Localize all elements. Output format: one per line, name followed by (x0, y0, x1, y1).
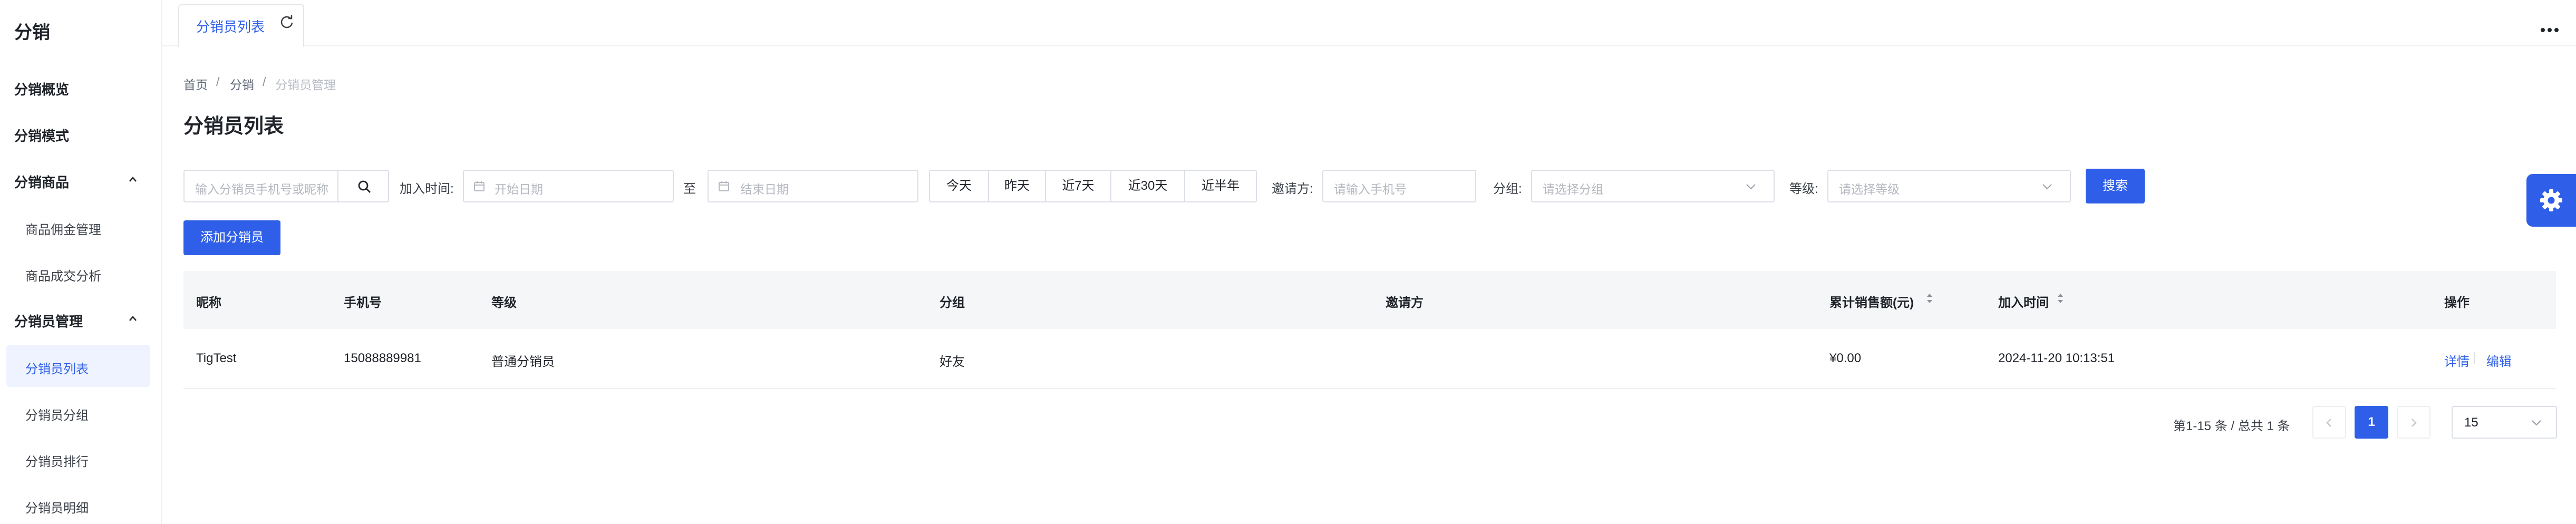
more-icon[interactable] (2540, 17, 2559, 37)
quick-range-yesterday[interactable]: 昨天 (988, 170, 1046, 202)
calendar-icon (474, 181, 485, 191)
cell-sales: ¥0.00 (1829, 351, 1862, 365)
cell-nickname: TigTest (196, 351, 237, 365)
chevron-left-icon (2326, 419, 2331, 427)
gear-icon (2540, 189, 2562, 211)
column-header-phone: 手机号 (344, 296, 382, 310)
breadcrumb-separator: / (263, 75, 266, 89)
chevron-up-icon[interactable] (129, 311, 137, 325)
sidebar-item-distributor-rank[interactable]: 分销员排行 (25, 451, 89, 470)
next-page-button[interactable] (2397, 406, 2430, 439)
sidebar-item-products[interactable]: 分销商品 (14, 172, 69, 191)
end-date-placeholder: 结束日期 (740, 182, 789, 196)
chevron-down-icon (2042, 184, 2052, 190)
page-button-current[interactable]: 1 (2355, 406, 2388, 439)
cell-group: 好友 (940, 355, 965, 369)
sidebar-item-distributor-group[interactable]: 分销员分组 (25, 405, 89, 423)
start-date-placeholder: 开始日期 (495, 182, 543, 196)
breadcrumb-home[interactable]: 首页 (183, 75, 208, 93)
search-submit-button[interactable]: 搜索 (2086, 169, 2145, 203)
top-bar (161, 0, 2576, 46)
page-title: 分销员列表 (183, 115, 284, 138)
settings-float-button[interactable] (2526, 174, 2576, 227)
column-header-join-time[interactable]: 加入时间 (1998, 292, 2049, 310)
sidebar-item-distributor-mgmt[interactable]: 分销员管理 (14, 311, 83, 331)
quick-range-30days[interactable]: 近30天 (1110, 170, 1185, 202)
cell-join-time: 2024-11-20 10:13:51 (1998, 351, 2115, 365)
refresh-icon[interactable] (278, 14, 295, 31)
column-header-group: 分组 (940, 296, 965, 310)
column-header-inviter: 邀请方 (1386, 296, 1423, 310)
cell-level: 普通分销员 (491, 355, 555, 369)
column-header-actions: 操作 (2444, 296, 2470, 310)
prev-page-button[interactable] (2312, 406, 2346, 439)
calendar-icon (719, 181, 729, 191)
chevron-down-icon (1746, 184, 1756, 190)
row-divider (183, 388, 2556, 389)
sidebar-item-commission[interactable]: 商品佣金管理 (25, 219, 101, 238)
inviter-placeholder: 请输入手机号 (1334, 182, 1407, 196)
sort-icon[interactable] (1925, 292, 1934, 305)
action-divider (2474, 352, 2475, 364)
sidebar-item-mode[interactable]: 分销模式 (14, 125, 69, 145)
breadcrumb-distribution[interactable]: 分销 (230, 75, 254, 93)
sort-icon[interactable] (2056, 292, 2065, 305)
tab-label: 分销员列表 (196, 19, 265, 35)
end-date-input[interactable] (708, 170, 918, 202)
page-size-value: 15 (2464, 415, 2478, 430)
range-separator: 至 (683, 182, 696, 196)
breadcrumb-current: 分销员管理 (275, 78, 336, 92)
sidebar-item-deal-analysis[interactable]: 商品成交分析 (25, 266, 101, 284)
edit-link[interactable]: 编辑 (2486, 351, 2512, 370)
chevron-up-icon[interactable] (129, 172, 137, 186)
detail-link[interactable]: 详情 (2444, 351, 2470, 370)
join-time-label: 加入时间: (400, 182, 454, 196)
column-header-sales[interactable]: 累计销售额(元) (1829, 292, 1914, 310)
group-placeholder: 请选择分组 (1543, 182, 1603, 196)
sidebar-item-distributor-detail[interactable]: 分销员明细 (25, 498, 89, 516)
sidebar-title: 分销 (14, 23, 50, 43)
quick-range-7days[interactable]: 近7天 (1045, 170, 1111, 202)
column-header-nickname: 昵称 (196, 296, 221, 310)
sidebar-item-label: 分销员列表 (25, 362, 89, 376)
inviter-label: 邀请方: (1272, 182, 1313, 196)
sidebar-item-overview[interactable]: 分销概览 (14, 79, 69, 99)
breadcrumb-separator: / (216, 75, 220, 89)
search-placeholder: 输入分销员手机号或昵称 (195, 182, 328, 196)
column-header-level: 等级 (491, 296, 517, 310)
search-button[interactable] (337, 170, 389, 202)
pagination-summary: 第1-15 条 / 总共 1 条 (2173, 419, 2290, 433)
quick-range-today[interactable]: 今天 (929, 170, 989, 202)
search-icon (358, 180, 371, 193)
level-label: 等级: (1789, 182, 1818, 196)
chevron-right-icon (2412, 419, 2417, 427)
chevron-down-icon (2532, 420, 2541, 426)
table-header (183, 271, 2556, 329)
group-label: 分组: (1493, 182, 1522, 196)
add-distributor-button[interactable]: 添加分销员 (183, 220, 280, 255)
level-placeholder: 请选择等级 (1839, 182, 1900, 196)
quick-range-half-year[interactable]: 近半年 (1184, 170, 1257, 202)
cell-phone: 15088889981 (344, 351, 421, 365)
